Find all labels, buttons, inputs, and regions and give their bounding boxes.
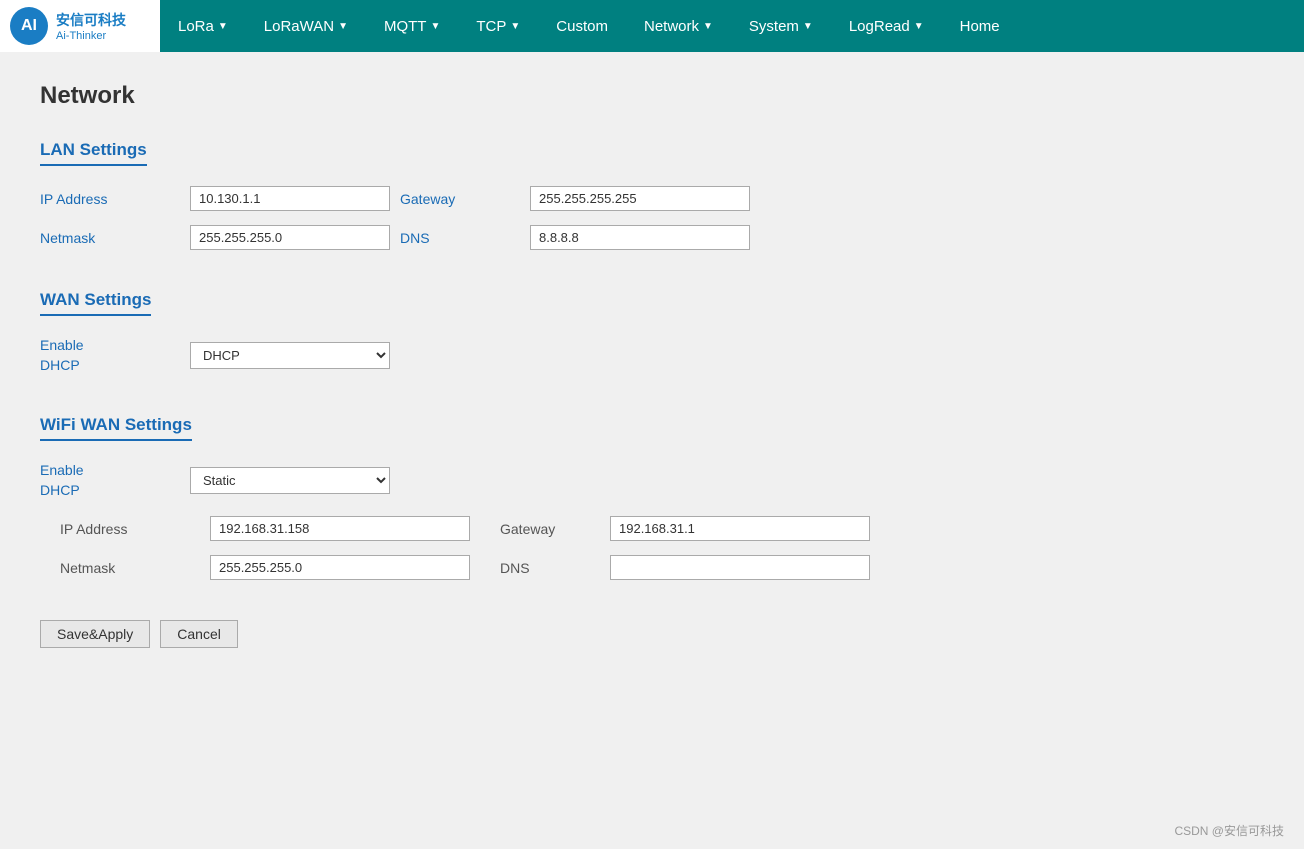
wifi-dhcp-select[interactable]: Static DHCP: [190, 467, 390, 494]
nav-items: LoRa ▼ LoRaWAN ▼ MQTT ▼ TCP ▼ Custom Net…: [160, 0, 1304, 52]
cancel-button[interactable]: Cancel: [160, 620, 238, 648]
wifi-ip-label: IP Address: [40, 521, 200, 537]
nav-item-home[interactable]: Home: [942, 0, 1018, 52]
button-row: Save&Apply Cancel: [40, 620, 1160, 648]
brand-logo: AI: [10, 7, 48, 45]
nav-item-logread[interactable]: LogRead ▼: [831, 0, 942, 52]
lan-gateway-label: Gateway: [400, 191, 520, 207]
wifi-gateway-input[interactable]: [610, 516, 870, 541]
lan-ip-input[interactable]: [190, 186, 390, 211]
nav-item-network[interactable]: Network ▼: [626, 0, 731, 52]
wifi-enable-dhcp-label: EnableDHCP: [40, 461, 180, 500]
wifi-gateway-label: Gateway: [480, 521, 600, 537]
nav-system-label: System: [749, 18, 799, 35]
nav-network-label: Network: [644, 18, 699, 35]
wifi-ip-input[interactable]: [210, 516, 470, 541]
wan-enable-dhcp-label: EnableDHCP: [40, 336, 180, 375]
lan-netmask-input[interactable]: [190, 225, 390, 250]
brand-logo-text: AI: [21, 17, 37, 35]
nav-item-custom[interactable]: Custom: [538, 0, 626, 52]
lan-settings-title: LAN Settings: [40, 140, 147, 166]
lan-gateway-input[interactable]: [530, 186, 750, 211]
wifi-netmask-label: Netmask: [40, 560, 200, 576]
nav-mqtt-label: MQTT: [384, 18, 427, 35]
nav-system-arrow: ▼: [803, 21, 813, 32]
wifi-wan-settings-title: WiFi WAN Settings: [40, 415, 192, 441]
wifi-dns-label: DNS: [480, 560, 600, 576]
brand: AI 安信可科技 Ai-Thinker: [0, 0, 160, 52]
wifi-wan-dhcp-form: EnableDHCP Static DHCP: [40, 461, 1160, 500]
nav-network-arrow: ▼: [703, 21, 713, 32]
wan-dhcp-select[interactable]: DHCP Static: [190, 342, 390, 369]
nav-lorawan-arrow: ▼: [338, 21, 348, 32]
nav-item-system[interactable]: System ▼: [731, 0, 831, 52]
brand-sub: Ai-Thinker: [56, 30, 126, 42]
lan-dns-label: DNS: [400, 230, 520, 246]
lan-settings-form: IP Address Gateway Netmask DNS: [40, 186, 1160, 250]
nav-item-mqtt[interactable]: MQTT ▼: [366, 0, 458, 52]
footer: CSDN @安信可科技: [1174, 822, 1284, 839]
main-content: Network LAN Settings IP Address Gateway …: [0, 52, 1200, 678]
nav-logread-arrow: ▼: [914, 21, 924, 32]
nav-lora-label: LoRa: [178, 18, 214, 35]
nav-tcp-label: TCP: [476, 18, 506, 35]
nav-mqtt-arrow: ▼: [430, 21, 440, 32]
wifi-netmask-input[interactable]: [210, 555, 470, 580]
lan-netmask-label: Netmask: [40, 230, 180, 246]
brand-name: 安信可科技: [56, 10, 126, 30]
nav-custom-label: Custom: [556, 18, 608, 35]
wan-settings-form: EnableDHCP DHCP Static: [40, 336, 1160, 375]
nav-item-lora[interactable]: LoRa ▼: [160, 0, 246, 52]
lan-ip-label: IP Address: [40, 191, 180, 207]
save-apply-button[interactable]: Save&Apply: [40, 620, 150, 648]
nav-lorawan-label: LoRaWAN: [264, 18, 334, 35]
nav-item-lorawan[interactable]: LoRaWAN ▼: [246, 0, 366, 52]
footer-text: CSDN @安信可科技: [1174, 824, 1284, 838]
lan-settings-section: LAN Settings IP Address Gateway Netmask …: [40, 140, 1160, 250]
wifi-wan-settings-section: WiFi WAN Settings EnableDHCP Static DHCP…: [40, 415, 1160, 580]
wifi-dns-input[interactable]: [610, 555, 870, 580]
nav-tcp-arrow: ▼: [510, 21, 520, 32]
navbar: AI 安信可科技 Ai-Thinker LoRa ▼ LoRaWAN ▼ MQT…: [0, 0, 1304, 52]
nav-item-tcp[interactable]: TCP ▼: [458, 0, 538, 52]
nav-lora-arrow: ▼: [218, 21, 228, 32]
nav-logread-label: LogRead: [849, 18, 910, 35]
wifi-wan-sub-form: IP Address Gateway Netmask DNS: [40, 516, 1160, 580]
brand-text: 安信可科技 Ai-Thinker: [56, 10, 126, 42]
wan-settings-title: WAN Settings: [40, 290, 151, 316]
nav-home-label: Home: [960, 18, 1000, 35]
wan-settings-section: WAN Settings EnableDHCP DHCP Static: [40, 290, 1160, 375]
lan-dns-input[interactable]: [530, 225, 750, 250]
page-title: Network: [40, 82, 1160, 110]
